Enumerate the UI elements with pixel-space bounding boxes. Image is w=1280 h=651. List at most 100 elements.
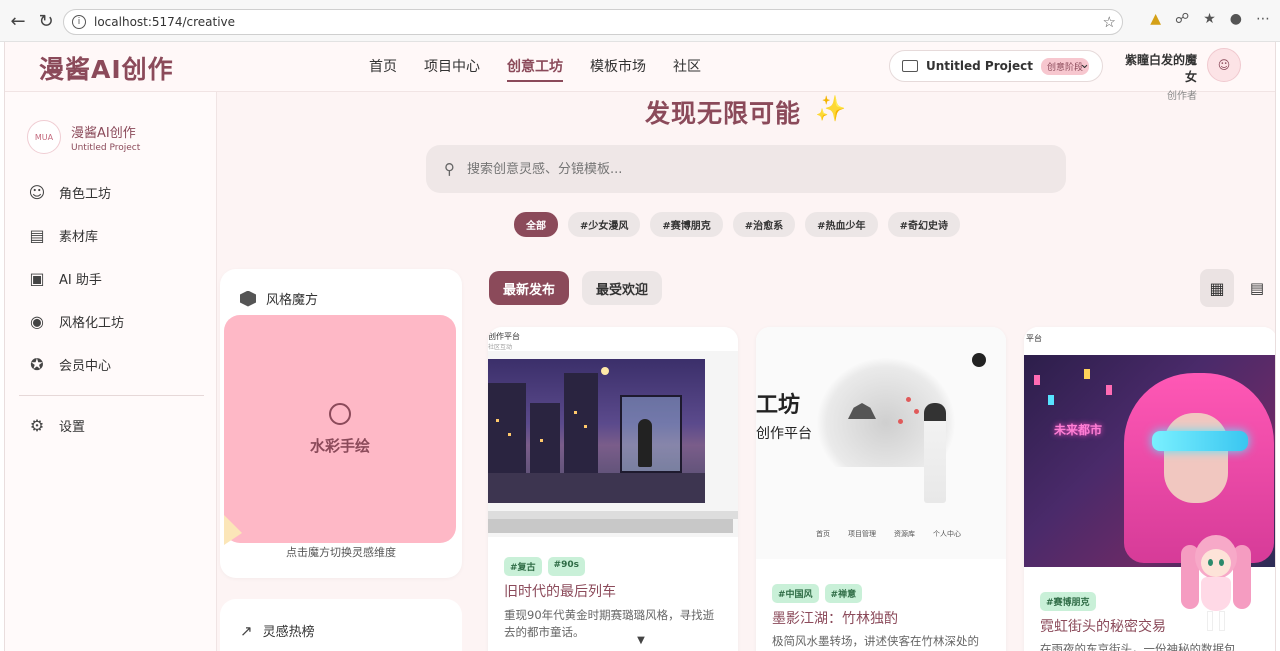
user-info[interactable]: 紫瞳白发的魔女 创作者 <box>1115 51 1197 102</box>
road <box>488 473 705 503</box>
user-name: 紫瞳白发的魔女 <box>1124 53 1197 84</box>
thumb-footer-item: 首页 <box>816 530 830 538</box>
address-bar[interactable]: i localhost:5174/creative ☆ <box>63 9 1123 35</box>
style-magic-hint: 点击魔方切换灵感维度 <box>286 546 396 559</box>
card-tags: #中国风 #禅意 <box>772 584 863 603</box>
sidebar-item-settings[interactable]: ⚙ 设置 <box>27 415 85 435</box>
tag-shonen[interactable]: #热血少年 <box>805 212 878 237</box>
sidebar-item-label: AI 助手 <box>59 272 102 288</box>
neon-sign <box>1034 375 1040 385</box>
search-input[interactable] <box>467 161 1027 177</box>
feed-card[interactable]: 创作平台 社区互动 #复古 #90s 旧时代的最后列车 重现90年代黄金时期赛璐… <box>488 327 738 651</box>
sort-popular-button[interactable]: 最受欢迎 <box>582 271 662 305</box>
trend-title: 灵感热榜 <box>262 625 315 640</box>
face <box>1164 413 1228 503</box>
style-cube-card[interactable]: 水彩手绘 <box>224 315 456 543</box>
card-tag[interactable]: #赛博朋克 <box>1040 592 1096 611</box>
profile-icon[interactable]: ● <box>1230 11 1242 27</box>
tag-cyberpunk[interactable]: #赛博朋克 <box>650 212 723 237</box>
sidebar-item-assets[interactable]: ▤ 素材库 <box>27 225 98 245</box>
card-tag[interactable]: #复古 <box>504 557 542 576</box>
moon <box>601 367 609 375</box>
nav-home[interactable]: 首页 <box>369 56 397 82</box>
project-selector[interactable]: Untitled Project 创意阶段 ⌄ <box>889 50 1103 82</box>
more-icon[interactable]: ⋯ <box>1256 11 1270 27</box>
neon-sign <box>1106 385 1112 395</box>
style-magic-panel: 风格魔方 水彩手绘 点击魔方切换灵感维度 <box>220 269 462 578</box>
card-tag[interactable]: #90s <box>547 557 585 576</box>
site-info-icon[interactable]: i <box>72 15 86 29</box>
swordsman-figure <box>924 403 946 503</box>
mascot-eye <box>1208 559 1213 566</box>
search-bar[interactable]: ⚲ <box>426 145 1066 193</box>
window-light <box>508 433 511 436</box>
thumb-header: 创作平台 社区互动 <box>488 327 738 351</box>
sidebar-item-character[interactable]: ☺ 角色工坊 <box>27 182 111 202</box>
extension-icon[interactable]: ▲ <box>1150 11 1161 27</box>
nav-community[interactable]: 社区 <box>673 56 701 82</box>
bookmark-star-icon[interactable]: ☆ <box>1103 13 1116 31</box>
plum-blossom <box>906 397 911 402</box>
neon-sign <box>1084 369 1090 379</box>
nav-templates[interactable]: 模板市场 <box>590 56 646 82</box>
card-thumbnail: 创作平台 社区互动 <box>488 327 738 537</box>
sidebar-item-label: 风格化工坊 <box>59 315 125 331</box>
sidebar-item-membership[interactable]: ✪ 会员中心 <box>27 354 111 374</box>
trend-header: ↗ 灵感热榜 <box>240 621 315 641</box>
list-view-icon[interactable]: ▤ <box>1245 269 1269 307</box>
palette-icon: ◉ <box>30 311 44 331</box>
favorites-icon[interactable]: ★ <box>1203 11 1216 27</box>
thumb-footer-item: 资源库 <box>894 530 915 538</box>
tag-all[interactable]: 全部 <box>514 212 558 237</box>
avatar[interactable]: ☺ <box>1207 48 1241 82</box>
puzzle-icon[interactable]: ☍ <box>1175 11 1189 27</box>
mascot-character[interactable] <box>1181 531 1251 635</box>
app-window: 漫酱AI创作 首页 项目中心 创意工坊 模板市场 社区 Untitled Pro… <box>4 42 1276 651</box>
style-magic-header: 风格魔方 <box>240 289 318 308</box>
tag-fantasy[interactable]: #奇幻史诗 <box>887 212 960 237</box>
brand-name: 漫酱AI创作 <box>71 125 136 141</box>
card-title: 墨影江湖：竹林独酌 <box>772 611 898 627</box>
mascot-eye <box>1219 559 1224 566</box>
back-arrow-icon[interactable]: ← <box>4 7 32 35</box>
building <box>530 403 560 473</box>
card-tag[interactable]: #中国风 <box>772 584 819 603</box>
tag-shoujo[interactable]: #少女漫风 <box>568 212 641 237</box>
app-logo[interactable]: 漫酱AI创作 <box>39 50 174 86</box>
sort-latest-button[interactable]: 最新发布 <box>489 271 569 305</box>
nav-creative[interactable]: 创意工坊 <box>507 56 563 82</box>
thumb-footer-nav: 首页 项目管理 资源库 个人中心 <box>756 523 1006 543</box>
mascot-leg <box>1207 611 1213 631</box>
card-thumbnail: 工坊 创作平台 首页 项目管理 资源库 个人中心 <box>756 327 1006 559</box>
sidebar-divider <box>19 395 204 396</box>
trend-panel: ↗ 灵感热榜 <box>220 599 462 651</box>
sidebar-item-style-workshop[interactable]: ◉ 风格化工坊 <box>27 311 124 331</box>
neon-text: 未来都市 <box>1054 423 1103 437</box>
feed-card[interactable]: 工坊 创作平台 首页 项目管理 资源库 个人中心 #中国风 #禅意 墨影江湖：竹… <box>756 327 1006 651</box>
sidebar-brand[interactable]: MUA 漫酱AI创作 Untitled Project <box>27 120 140 154</box>
brand-project: Untitled Project <box>71 142 141 153</box>
card-description: 极简风水墨转场，讲述侠客在竹林深处的 <box>772 634 979 648</box>
window-light <box>574 411 577 414</box>
neon-sign <box>1048 395 1054 405</box>
top-navigation: 漫酱AI创作 首页 项目中心 创意工坊 模板市场 社区 Untitled Pro… <box>5 42 1275 102</box>
grid-view-icon[interactable]: ▦ <box>1200 269 1234 307</box>
sidebar-item-label: 会员中心 <box>59 358 112 374</box>
reload-icon[interactable]: ↻ <box>32 7 60 35</box>
sidebar-item-ai-assistant[interactable]: ▣ AI 助手 <box>27 268 102 288</box>
trending-icon: ↗ <box>240 621 253 640</box>
cube-icon <box>240 290 256 307</box>
gear-icon: ⚙ <box>29 415 45 435</box>
plum-blossom <box>898 419 903 424</box>
url-text: localhost:5174/creative <box>94 15 236 29</box>
card-tags: #赛博朋克 <box>1040 592 1096 611</box>
girl-figure <box>638 419 652 467</box>
thumb-toolbar <box>488 511 738 519</box>
scroll-down-icon[interactable]: ▼ <box>631 632 651 648</box>
night-street-illustration <box>488 359 705 503</box>
nav-projects[interactable]: 项目中心 <box>424 56 480 82</box>
sidebar-item-label: 素材库 <box>59 229 99 245</box>
sidebar-item-label: 设置 <box>59 419 86 435</box>
card-tag[interactable]: #禅意 <box>824 584 863 603</box>
tag-healing[interactable]: #治愈系 <box>732 212 796 237</box>
